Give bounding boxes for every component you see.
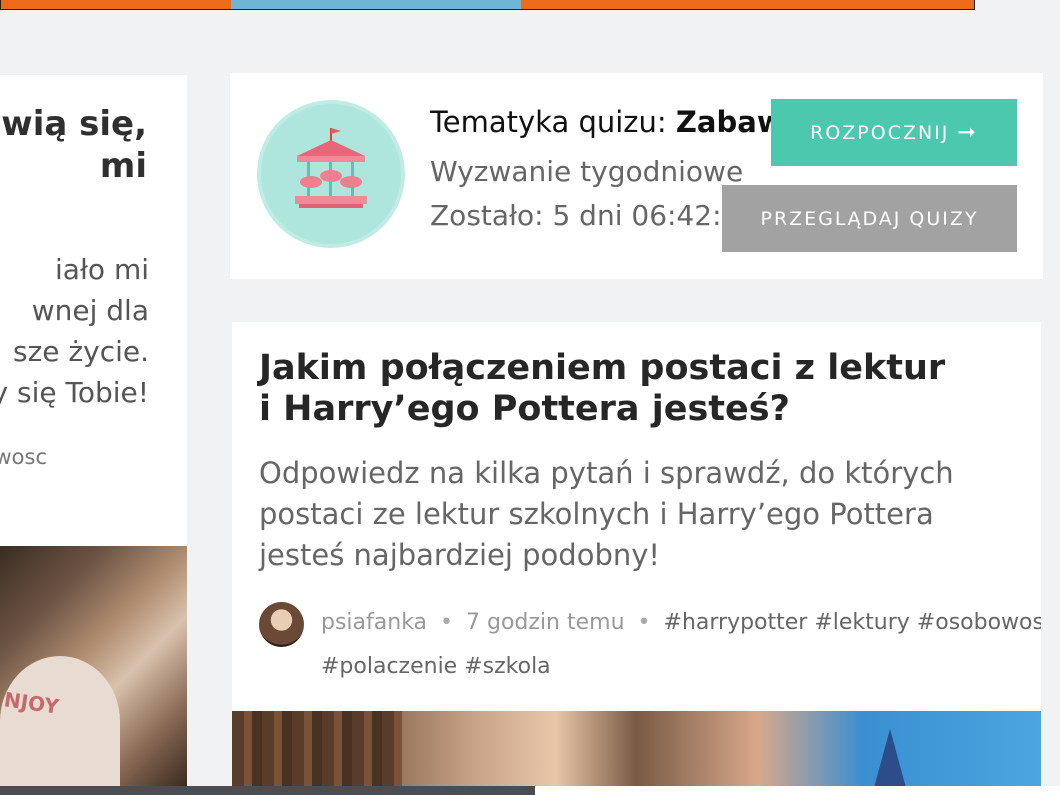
- post-time: 7 godzin temu: [466, 610, 625, 635]
- top-banner-ad[interactable]: [0, 0, 975, 10]
- quiz-card[interactable]: Jakim połączeniem postaci z lektur i Har…: [232, 322, 1041, 795]
- image-detail: [232, 711, 402, 795]
- carousel-icon-graphic: [295, 128, 367, 208]
- avatar[interactable]: [259, 602, 304, 647]
- left-quiz-title[interactable]: awią się, mi: [0, 103, 147, 187]
- left-desc-line: sze życie.: [13, 335, 149, 368]
- left-desc-line: iało mi: [55, 253, 149, 286]
- left-quiz-description: iało mi wnej dla sze życie. y się Tobie!: [0, 249, 149, 413]
- arrow-right-icon: ➞: [957, 120, 978, 145]
- quiz-topic: Tematyka quizu: Zabawa: [430, 105, 803, 139]
- quiz-title[interactable]: Jakim połączeniem postaci z lektur i Har…: [259, 348, 959, 430]
- carousel-icon: [257, 100, 405, 248]
- separator: •: [637, 610, 651, 635]
- weekly-challenge-card: Tematyka quizu: Zabawa Wyzwanie tygodnio…: [230, 73, 1043, 279]
- author-name[interactable]: psiafanka: [321, 610, 427, 635]
- bottom-bar: [535, 786, 1060, 795]
- topic-label: Tematyka quizu:: [430, 105, 667, 139]
- time-remaining: Zostało: 5 dni 06:42:20: [430, 199, 758, 232]
- left-quiz-image[interactable]: NJOY: [0, 546, 187, 787]
- quiz-tags[interactable]: #harrypotter #lektury #osobowosc: [664, 610, 1041, 635]
- start-quiz-button[interactable]: ROZPOCZNIJ ➞: [771, 99, 1017, 166]
- challenge-subtitle: Wyzwanie tygodniowe: [430, 155, 744, 188]
- image-detail: [0, 656, 120, 787]
- separator: •: [440, 610, 454, 635]
- left-desc-line: wnej dla: [31, 294, 149, 327]
- quiz-image[interactable]: [232, 711, 1041, 795]
- left-title-line: awią się,: [0, 104, 147, 144]
- browse-quizzes-button[interactable]: PRZEGLĄDAJ QUIZY: [722, 185, 1017, 252]
- meta-line: psiafanka • 7 godzin temu • #harrypotter…: [321, 610, 1041, 635]
- left-quiz-tag[interactable]: wosc: [0, 445, 47, 469]
- start-button-label: ROZPOCZNIJ: [810, 121, 950, 144]
- quiz-description: Odpowiedz na kilka pytań i sprawdź, do k…: [259, 456, 954, 572]
- quiz-tags-continued[interactable]: #polaczenie #szkola: [321, 654, 551, 679]
- left-quiz-card[interactable]: awią się, mi iało mi wnej dla sze życie.…: [0, 75, 187, 787]
- left-desc-line: y się Tobie!: [0, 376, 149, 409]
- left-title-line: mi: [99, 146, 147, 186]
- browse-button-label: PRZEGLĄDAJ QUIZY: [760, 207, 979, 230]
- banner-image: [231, 0, 521, 9]
- bottom-bar: [0, 786, 535, 795]
